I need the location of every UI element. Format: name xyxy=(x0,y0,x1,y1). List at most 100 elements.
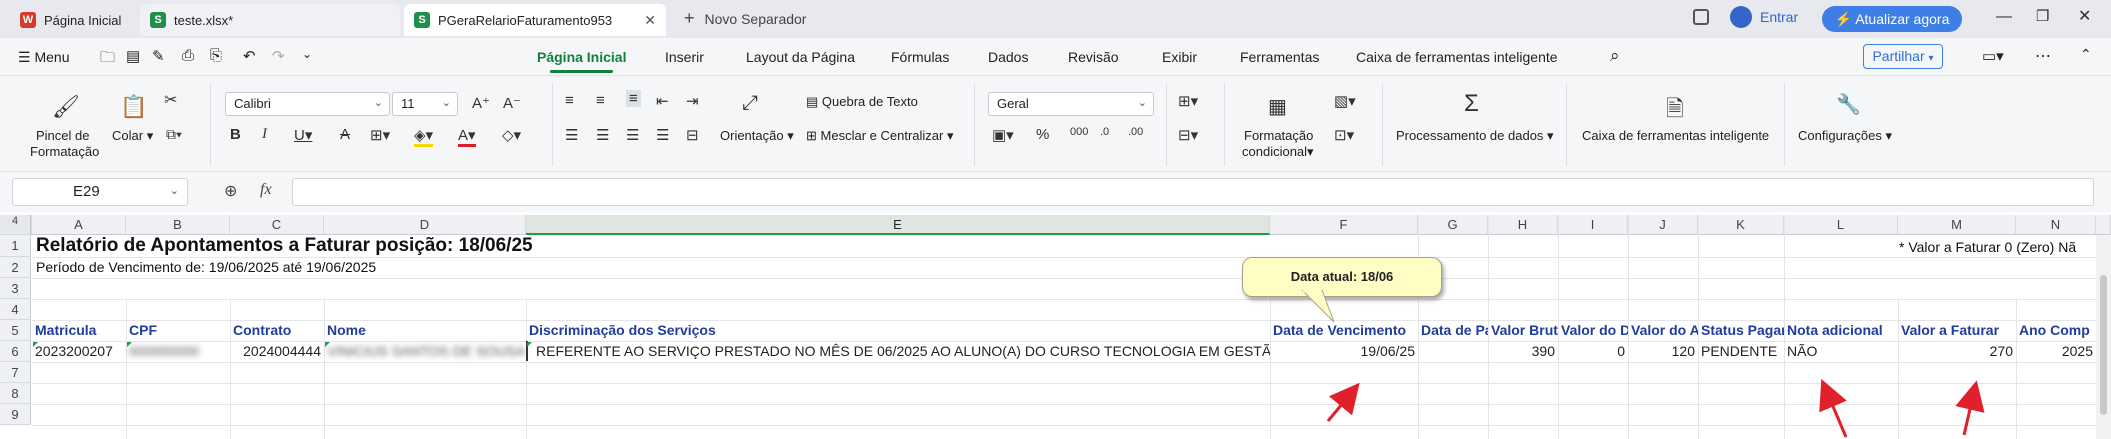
comment-icon[interactable]: ▭▾ xyxy=(1982,47,2004,65)
col-header-b[interactable]: B xyxy=(126,215,230,235)
share-button[interactable]: Partilhar ▾ xyxy=(1863,44,1943,69)
pincel-label[interactable]: Pincel de xyxy=(36,128,89,143)
header-data-pagamento[interactable]: Data de Pa xyxy=(1418,320,1488,340)
row-header-6[interactable]: 6 xyxy=(0,341,31,362)
col-header-f[interactable]: F xyxy=(1270,215,1418,235)
increase-indent-icon[interactable]: ⇥ xyxy=(686,92,699,110)
align-middle-icon[interactable]: ≡ xyxy=(596,92,605,109)
cell-contrato[interactable]: 2024004444 xyxy=(230,341,324,361)
fill-color-icon[interactable]: ◈▾ xyxy=(414,126,434,147)
zero-value-note[interactable]: * Valor a Faturar 0 (Zero) Nã xyxy=(1896,237,2096,257)
cell-style-icon[interactable]: ⊟▾ xyxy=(1178,126,1198,144)
align-center-icon[interactable]: ☰ xyxy=(596,126,609,144)
col-header-a[interactable]: A xyxy=(32,215,126,235)
print-preview-icon[interactable]: ⎘ xyxy=(210,47,222,64)
tab-pagina-inicial-ribbon[interactable]: Página Inicial xyxy=(537,49,626,73)
caixa-label[interactable]: Caixa de ferramentas inteligente xyxy=(1582,128,1769,143)
window-layout-icon[interactable] xyxy=(1693,9,1709,25)
tab-dados[interactable]: Dados xyxy=(988,49,1028,65)
wrench-icon[interactable]: 🔧 xyxy=(1836,92,1861,117)
scroll-thumb[interactable] xyxy=(2100,275,2107,415)
header-nome[interactable]: Nome xyxy=(324,320,526,340)
update-now-button[interactable]: ⚡ Atualizar agora xyxy=(1822,6,1962,32)
row-header-5[interactable]: 5 xyxy=(0,320,31,341)
toolbox-icon[interactable]: 🗎 xyxy=(1666,92,1684,130)
header-valor-bruto[interactable]: Valor Brut xyxy=(1488,320,1558,340)
row-header-3[interactable]: 3 xyxy=(0,278,31,299)
close-window-icon[interactable]: ✕ xyxy=(2078,6,2091,26)
redo-icon[interactable]: ↷ xyxy=(272,47,285,65)
header-ano-competencia[interactable]: Ano Comp xyxy=(2016,320,2096,340)
zoom-icon[interactable]: ⊕ xyxy=(224,181,237,201)
decrease-font-icon[interactable]: A⁻ xyxy=(503,94,521,112)
bold-icon[interactable]: B xyxy=(230,126,241,143)
header-valor-acrescimo[interactable]: Valor do A xyxy=(1628,320,1698,340)
spreadsheet-grid[interactable]: A B C D E F G H I J K L M N 4 1 2 3 4 5 … xyxy=(0,215,2111,439)
format-painter-icon[interactable]: ✎ xyxy=(152,47,165,65)
col-header-k[interactable]: K xyxy=(1698,215,1784,235)
search-icon[interactable]: ⌕ xyxy=(1610,46,1620,66)
cell-valor-faturar[interactable]: 270 xyxy=(1898,341,2016,361)
cell-data-vencimento[interactable]: 19/06/25 xyxy=(1270,341,1418,361)
header-contrato[interactable]: Contrato xyxy=(230,320,324,340)
align-top-icon[interactable]: ≡ xyxy=(565,92,574,109)
col-header-j[interactable]: J xyxy=(1628,215,1698,235)
colar-button[interactable]: Colar ▾ xyxy=(112,128,153,144)
thousands-icon[interactable]: 000 xyxy=(1070,126,1088,138)
merge-center-button[interactable]: ⊞ Mesclar e Centralizar ▾ xyxy=(806,128,954,144)
increase-decimal-icon[interactable]: .0 xyxy=(1100,126,1109,138)
decrease-indent-icon[interactable]: ⇤ xyxy=(656,92,669,110)
percent-icon[interactable]: % xyxy=(1036,126,1049,143)
period-label[interactable]: Período de Vencimento de: 19/06/2025 até… xyxy=(33,257,379,277)
col-header-i[interactable]: I xyxy=(1558,215,1628,235)
tab-ferramentas[interactable]: Ferramentas xyxy=(1240,49,1319,65)
strikethrough-icon[interactable]: A xyxy=(340,126,350,143)
cut-icon[interactable]: ✂ xyxy=(164,90,177,110)
col-header-m[interactable]: M xyxy=(1898,215,2016,235)
row-header-1[interactable]: 1 xyxy=(0,235,31,257)
formula-input[interactable] xyxy=(292,178,2094,206)
cell-matricula[interactable]: 2023200207 xyxy=(32,341,126,361)
chevron-down-icon[interactable]: ⌄ xyxy=(302,47,312,61)
font-size-select[interactable]: 11 ⌄ xyxy=(392,92,458,116)
underline-icon[interactable]: U▾ xyxy=(294,126,312,144)
col-header-d[interactable]: D xyxy=(324,215,526,235)
tab-layout-pagina[interactable]: Layout da Página xyxy=(746,49,855,65)
col-header-l[interactable]: L xyxy=(1784,215,1898,235)
minimize-icon[interactable]: — xyxy=(1996,8,2012,26)
header-data-vencimento[interactable]: Data de Vencimento xyxy=(1270,320,1418,340)
orientation-icon[interactable]: ⤢ xyxy=(742,92,758,115)
header-valor-faturar[interactable]: Valor a Faturar xyxy=(1898,320,2016,340)
copy-icon[interactable]: ⧉▾ xyxy=(166,126,182,143)
row-header-4[interactable]: 4 xyxy=(0,299,31,320)
processamento-button[interactable]: Processamento de dados ▾ xyxy=(1396,128,1554,144)
header-nota-adicional[interactable]: Nota adicional xyxy=(1784,320,1898,340)
paint-format-icon[interactable]: ▧▾ xyxy=(1334,92,1356,110)
more-icon[interactable]: ⋯ xyxy=(2035,46,2051,66)
undo-icon[interactable]: ↶ xyxy=(243,47,256,65)
tab-formulas[interactable]: Fórmulas xyxy=(891,49,949,65)
tab-teste-xlsx[interactable]: S teste.xlsx* xyxy=(140,4,400,36)
header-status-pagamento[interactable]: Status Pagar xyxy=(1698,320,1784,340)
distributed-icon[interactable]: ⊟ xyxy=(686,126,699,144)
wrap-text-button[interactable]: ▤ Quebra de Texto xyxy=(806,94,918,110)
formatacao-label[interactable]: Formatação xyxy=(1244,128,1313,143)
align-left-icon[interactable]: ☰ xyxy=(565,126,578,144)
print-icon[interactable]: ⎙ xyxy=(182,47,194,64)
tab-revisao[interactable]: Revisão xyxy=(1068,49,1119,65)
login-button[interactable]: Entrar xyxy=(1730,6,1798,28)
vertical-scrollbar[interactable] xyxy=(2096,235,2111,439)
orientation-button[interactable]: Orientação ▾ xyxy=(720,128,794,144)
cell-valor-desconto[interactable]: 0 xyxy=(1558,341,1628,361)
configuracoes-button[interactable]: Configurações ▾ xyxy=(1798,128,1892,144)
border-style-icon[interactable]: ⊡▾ xyxy=(1334,126,1354,144)
restore-icon[interactable]: ❐ xyxy=(2036,7,2049,25)
tab-inserir[interactable]: Inserir xyxy=(665,49,704,65)
header-valor-desconto[interactable]: Valor do D xyxy=(1558,320,1628,340)
eraser-icon[interactable]: ◇▾ xyxy=(502,126,521,144)
header-matricula[interactable]: Matricula xyxy=(32,320,126,340)
row-header-7[interactable]: 7 xyxy=(0,362,31,383)
cell-nota-adicional[interactable]: NÃO xyxy=(1784,341,1898,361)
close-tab-icon[interactable]: ✕ xyxy=(644,12,656,29)
tab-pgerarelario[interactable]: S PGeraRelarioFaturamento953 ✕ xyxy=(404,4,666,36)
